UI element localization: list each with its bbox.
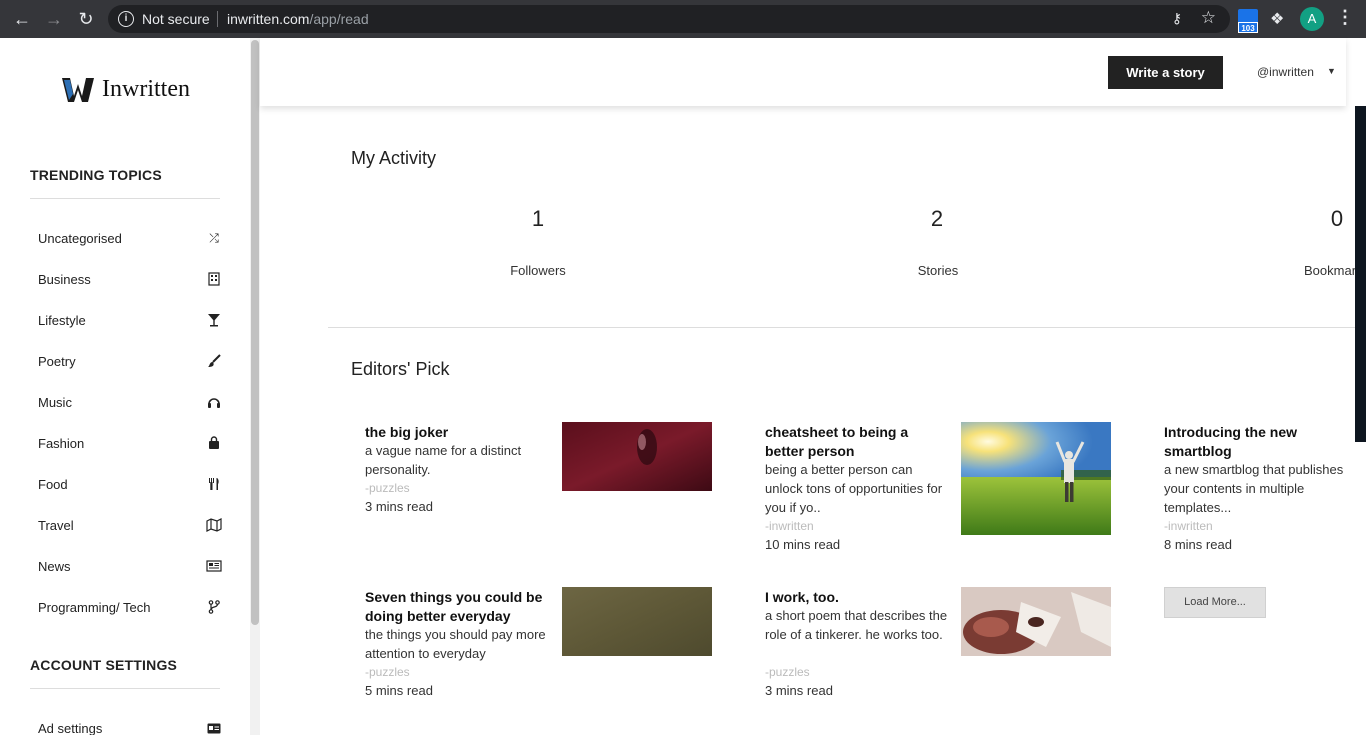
address-bar[interactable]: i Not secure inwritten.com/app/read ⚷ ☆ [108, 5, 1230, 33]
shuffle-icon: ⤮ [209, 230, 219, 245]
sidebar-item-label: Business [38, 271, 91, 287]
sidebar-item-fashion[interactable]: Fashion [38, 433, 222, 453]
sidebar-item-label: Ad settings [38, 720, 103, 735]
story-thumbnail[interactable] [961, 422, 1111, 535]
extensions-puzzle-icon[interactable]: ❖ [1270, 9, 1284, 29]
stories-count: 2 [930, 206, 944, 231]
sidebar-item-food[interactable]: Food [38, 474, 222, 494]
story-description: the things you should pay more attention… [365, 627, 546, 661]
sidebar-item-label: Programming/ Tech [38, 599, 151, 615]
url-text[interactable]: inwritten.com/app/read [227, 11, 369, 27]
story-read-time: 8 mins read [1164, 537, 1232, 552]
logo-text: Inwritten [102, 75, 190, 102]
sidebar-item-label: Lifestyle [38, 312, 86, 328]
newspaper-icon [206, 558, 222, 574]
profile-avatar[interactable]: A [1300, 7, 1324, 31]
load-more-button[interactable]: Load More... [1164, 587, 1266, 618]
sidebar-item-travel[interactable]: Travel [38, 515, 222, 535]
back-arrow-icon[interactable]: ← [6, 0, 38, 38]
sidebar-item-business[interactable]: Business [38, 269, 222, 289]
story-description: a new smartblog that publishes your cont… [1164, 462, 1344, 515]
key-icon[interactable]: ⚷ [1172, 10, 1182, 27]
shopping-bag-icon [206, 435, 222, 451]
followers-label[interactable]: Followers [488, 263, 588, 278]
sidebar-item-ad-settings[interactable]: Ad settings [38, 718, 222, 735]
story-title[interactable]: cheatsheet to being a better person [765, 423, 950, 461]
sidebar-scrollbar-thumb[interactable] [251, 40, 259, 625]
sidebar-item-poetry[interactable]: Poetry [38, 351, 222, 371]
account-divider [30, 688, 220, 689]
story-author[interactable]: -inwritten [765, 519, 814, 533]
cocktail-icon [206, 312, 222, 328]
followers-count: 1 [531, 206, 545, 231]
story-title[interactable]: the big joker [365, 423, 550, 442]
story-author[interactable]: -puzzles [365, 481, 410, 495]
sidebar-item-label: Fashion [38, 435, 85, 451]
address-separator [217, 11, 218, 27]
sidebar-item-label: Poetry [38, 353, 76, 369]
story-thumbnail[interactable] [562, 422, 712, 491]
story-read-time: 3 mins read [365, 499, 433, 514]
story-description: a vague name for a distinct personality. [365, 443, 522, 477]
story-read-time: 3 mins read [765, 683, 833, 698]
story-thumbnail[interactable] [562, 587, 712, 656]
sidebar-item-label: Uncategorised [38, 230, 122, 246]
page-edge-strip [1355, 106, 1366, 442]
bookmarks-label[interactable]: Bookmarks [1304, 263, 1355, 278]
story-read-time: 5 mins read [365, 683, 433, 698]
sidebar: Inwritten TRENDING TOPICS Uncategorised … [0, 38, 250, 735]
utensils-icon [206, 476, 222, 492]
more-menu-icon[interactable]: ⋮ [1336, 7, 1354, 28]
browser-toolbar: ← → ↻ i Not secure inwritten.com/app/rea… [0, 0, 1366, 38]
write-story-button[interactable]: Write a story [1108, 56, 1223, 89]
section-divider [328, 327, 1355, 328]
editors-pick-title: Editors' Pick [351, 359, 450, 379]
account-settings-title: ACCOUNT SETTINGS [30, 657, 178, 673]
stories-label[interactable]: Stories [888, 263, 988, 278]
sidebar-item-label: Travel [38, 517, 74, 533]
forward-arrow-icon[interactable]: → [38, 0, 70, 38]
story-description: being a better person can unlock tons of… [765, 462, 943, 515]
info-icon[interactable]: i [118, 11, 134, 27]
sidebar-item-label: Food [38, 476, 68, 492]
reload-icon[interactable]: ↻ [70, 0, 102, 38]
inwritten-logo-icon [62, 78, 94, 102]
story-title[interactable]: I work, too. [765, 588, 950, 607]
story-title[interactable]: Seven things you could be doing better e… [365, 588, 550, 626]
star-icon[interactable]: ☆ [1201, 8, 1216, 28]
user-menu[interactable]: @inwritten [1257, 65, 1314, 79]
story-thumbnail[interactable] [961, 587, 1111, 656]
bookmarks-count: 0 [1330, 206, 1344, 231]
logo[interactable]: Inwritten [62, 74, 190, 104]
map-icon [206, 517, 222, 533]
sidebar-item-news[interactable]: News [38, 556, 222, 576]
story-author[interactable]: -inwritten [1164, 519, 1213, 533]
sidebar-item-programming-tech[interactable]: Programming/ Tech [38, 597, 222, 617]
calendar-extension-icon[interactable]: 103 [1238, 9, 1258, 33]
brush-icon [206, 353, 222, 369]
story-read-time: 10 mins read [765, 537, 841, 552]
story-title[interactable]: Introducing the new smartblog [1164, 423, 1314, 461]
trending-divider [30, 198, 220, 199]
code-branch-icon [206, 599, 222, 615]
url-host: inwritten.com [227, 11, 310, 27]
extension-badge: 103 [1238, 22, 1258, 33]
story-author[interactable]: -puzzles [765, 665, 810, 679]
sidebar-item-label: News [38, 558, 71, 574]
sidebar-item-music[interactable]: Music [38, 392, 222, 412]
story-author[interactable]: -puzzles [365, 665, 410, 679]
story-description: a short poem that describes the role of … [765, 608, 948, 642]
building-icon [206, 271, 222, 287]
url-path: /app/read [309, 11, 369, 27]
sidebar-item-uncategorised[interactable]: Uncategorised ⤮ [38, 228, 222, 248]
id-card-icon [206, 720, 222, 735]
trending-topics-title: TRENDING TOPICS [30, 167, 162, 183]
sidebar-item-label: Music [38, 394, 72, 410]
sidebar-item-lifestyle[interactable]: Lifestyle [38, 310, 222, 330]
security-label: Not secure [142, 11, 210, 27]
my-activity-title: My Activity [351, 148, 437, 168]
headphones-icon [206, 394, 222, 410]
caret-down-icon[interactable]: ▼ [1327, 66, 1336, 76]
